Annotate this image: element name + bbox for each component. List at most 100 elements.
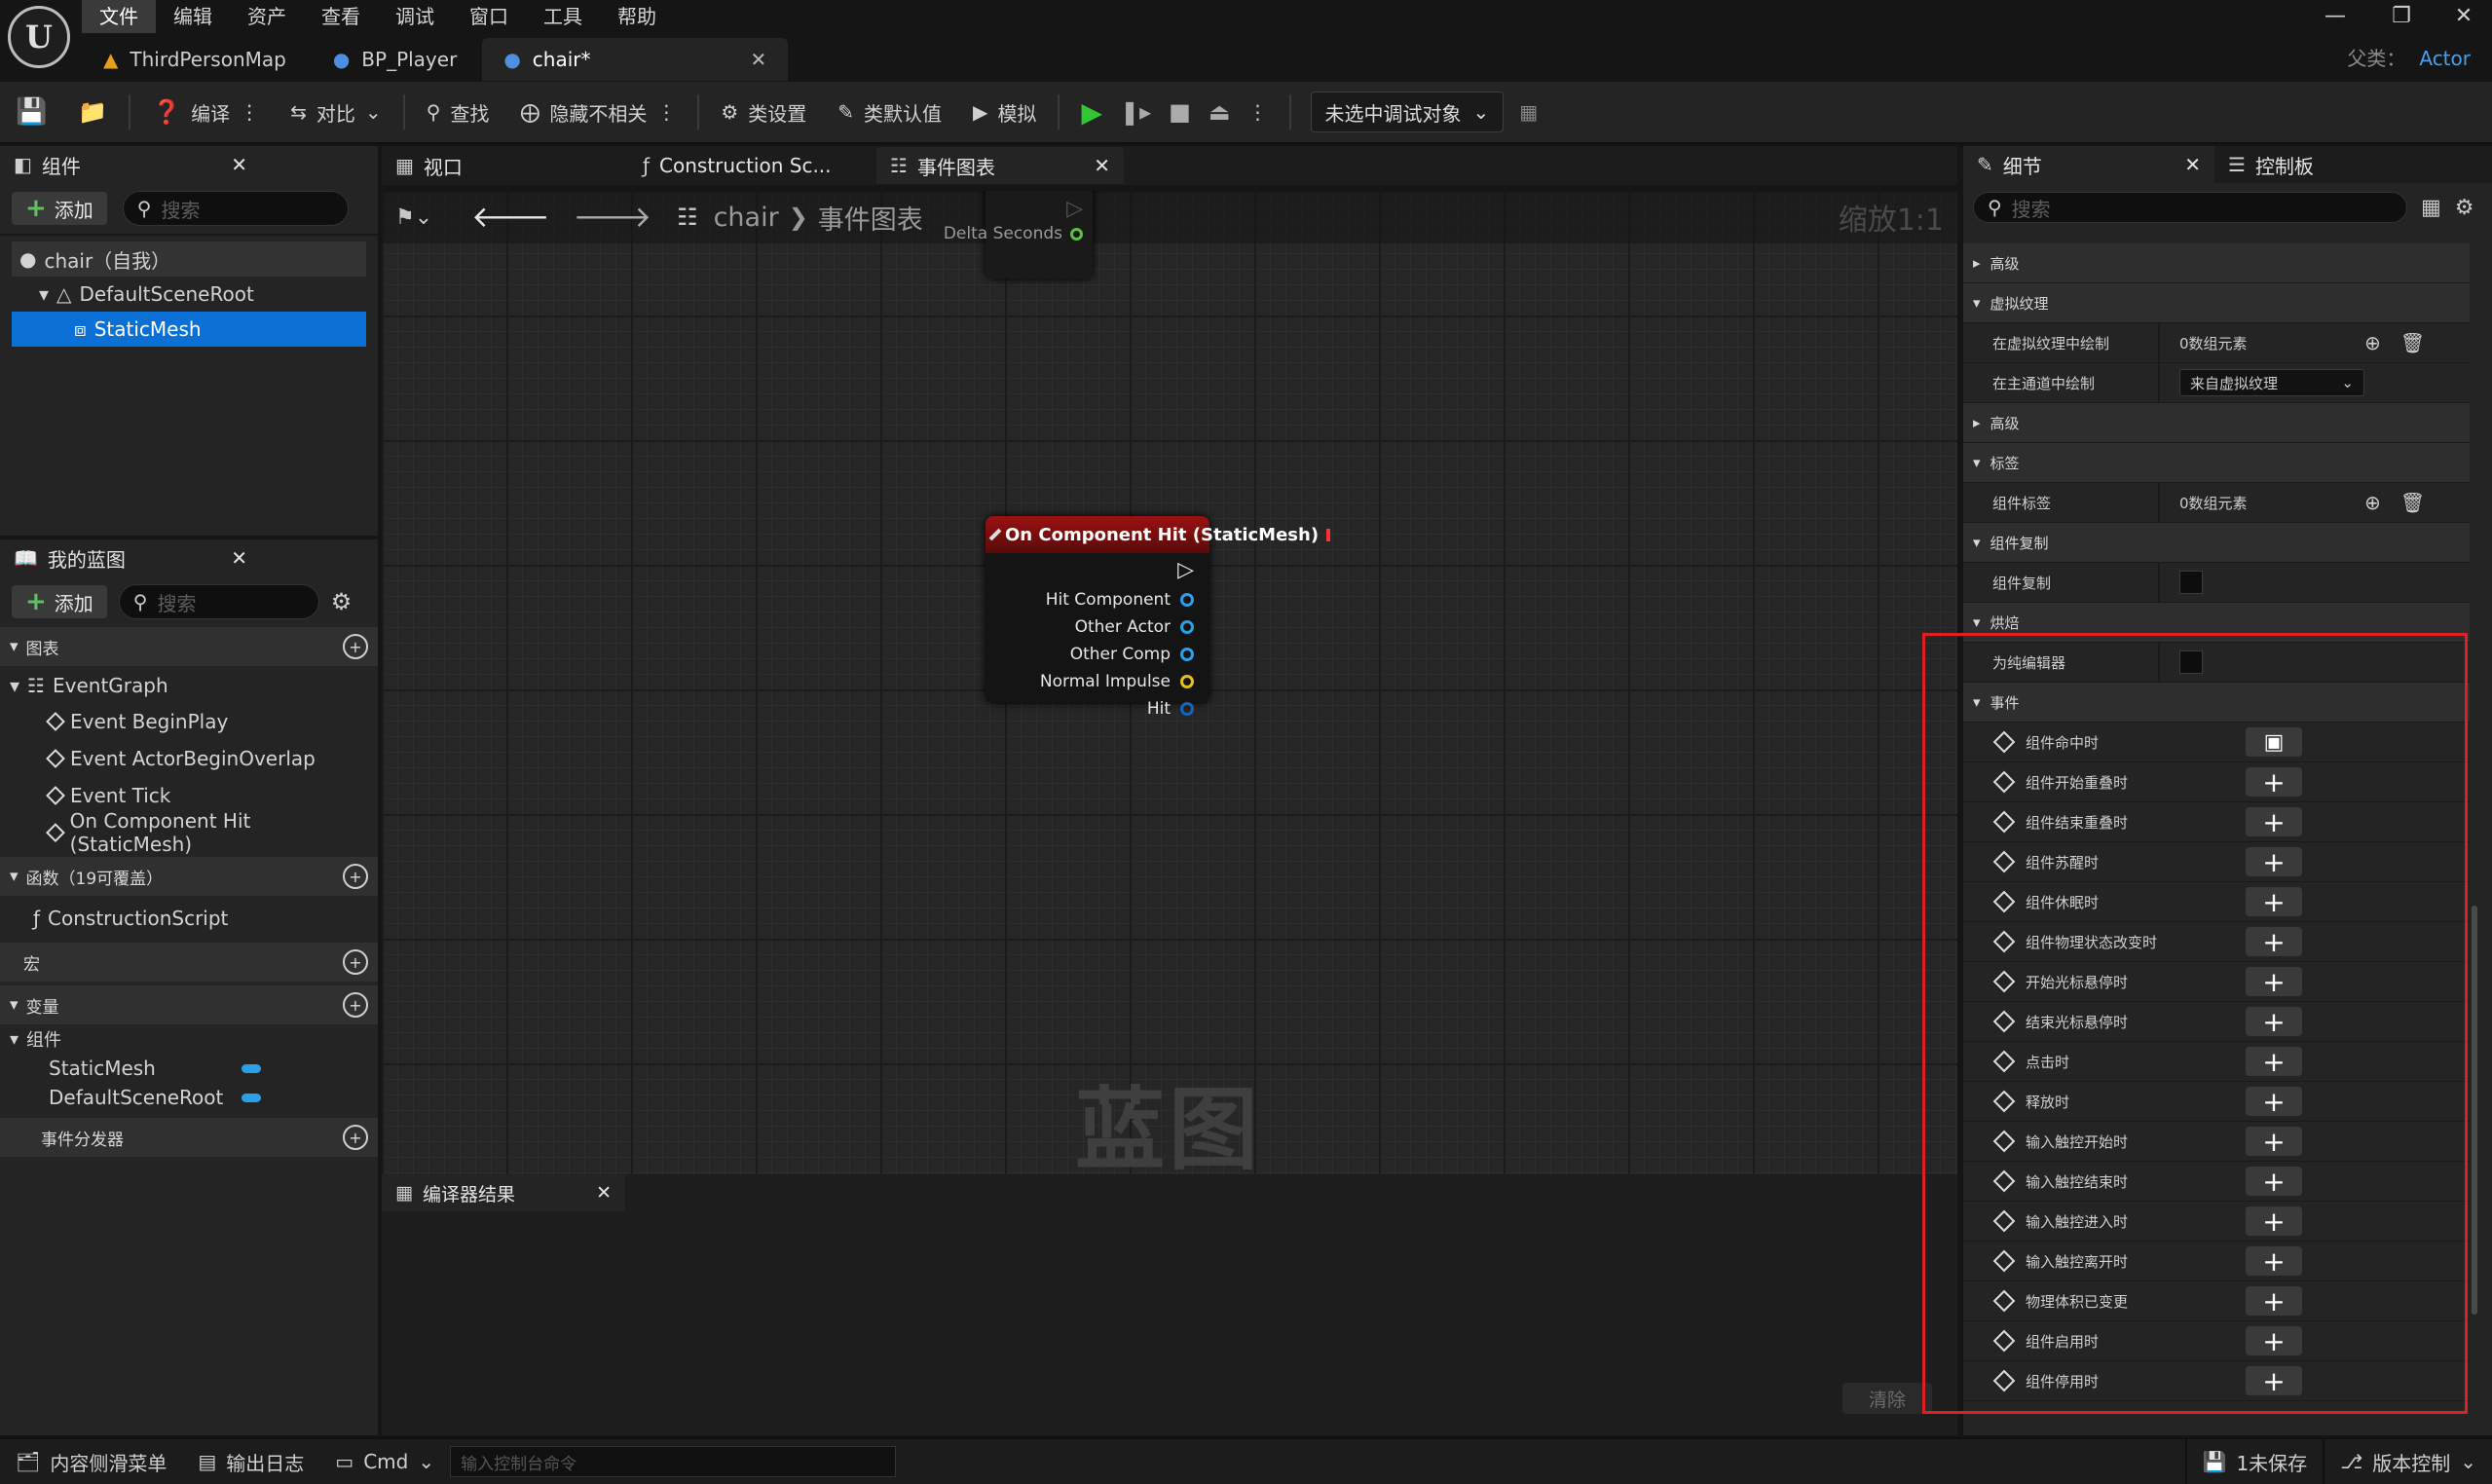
menu-edit[interactable]: 编辑 bbox=[156, 0, 230, 33]
class-settings-button[interactable]: ⚙ 类设置 bbox=[705, 82, 822, 142]
delegate-pin-icon[interactable] bbox=[1326, 528, 1331, 541]
add-circle-icon[interactable]: + bbox=[343, 864, 368, 889]
node-pin[interactable]: Other Comp bbox=[986, 641, 1209, 668]
minimize-icon[interactable]: — bbox=[2306, 0, 2364, 33]
macros-section[interactable]: 宏 + bbox=[0, 943, 378, 982]
variables-section[interactable]: ▾ 变量 + bbox=[0, 985, 378, 1024]
close-icon[interactable]: ✕ bbox=[2184, 153, 2201, 176]
eject-icon[interactable]: ⏏ bbox=[1209, 98, 1231, 126]
gear-icon[interactable]: ⚙ bbox=[331, 588, 353, 615]
graphs-section[interactable]: ▾ 图表 + bbox=[0, 627, 378, 666]
trash-icon[interactable]: 🗑 bbox=[2400, 331, 2425, 354]
tree-item-self[interactable]: ● chair（自我） bbox=[12, 241, 366, 277]
tree-item-constructionscript[interactable]: ƒ ConstructionScript bbox=[10, 898, 368, 939]
tab-chair[interactable]: ● chair* ✕ bbox=[482, 38, 789, 81]
menu-asset[interactable]: 资产 bbox=[230, 0, 304, 33]
functions-section[interactable]: ▾ 函数（19可覆盖） + bbox=[0, 857, 378, 896]
dispatchers-section[interactable]: 事件分发器 + bbox=[0, 1118, 378, 1157]
tab-thirdpersonmap[interactable]: ▲ ThirdPersonMap bbox=[82, 38, 308, 81]
node-pin[interactable]: Other Actor bbox=[986, 613, 1209, 641]
step-icon[interactable]: ❚▸ bbox=[1120, 98, 1151, 126]
add-circle-icon[interactable]: + bbox=[343, 992, 368, 1018]
variable-item[interactable]: StaticMesh bbox=[10, 1054, 368, 1083]
menu-window[interactable]: 窗口 bbox=[452, 0, 526, 33]
tree-item-defaultsceneroot[interactable]: ▾ △ DefaultSceneRoot bbox=[12, 277, 366, 312]
stop-icon[interactable]: ■ bbox=[1169, 98, 1191, 126]
node-pin[interactable]: Normal Impulse bbox=[986, 668, 1209, 695]
variable-item[interactable]: DefaultSceneRoot bbox=[10, 1083, 368, 1112]
restore-icon[interactable]: ❐ bbox=[2372, 0, 2431, 33]
close-icon[interactable]: ✕ bbox=[1094, 154, 1110, 177]
event-item[interactable]: Event ActorBeginOverlap bbox=[10, 740, 368, 777]
cmd-dropdown[interactable]: ▭ Cmd ⌄ bbox=[319, 1439, 450, 1484]
node-pin[interactable]: Hit bbox=[986, 695, 1209, 723]
find-button[interactable]: ⚲ 查找 bbox=[411, 82, 505, 142]
source-control-button[interactable]: ⎇ 版本控制 ⌄ bbox=[2323, 1439, 2492, 1484]
details-category[interactable]: ▾ 组件复制 bbox=[1963, 523, 2470, 563]
tab-bp-player[interactable]: ● BP_Player bbox=[312, 38, 478, 81]
bookmark-icon[interactable]: ⚑⌄ bbox=[395, 205, 432, 230]
tree-item-staticmesh[interactable]: ⧈ StaticMesh bbox=[12, 312, 366, 347]
class-defaults-button[interactable]: ✎ 类默认值 bbox=[822, 82, 957, 142]
add-circle-icon[interactable]: ⊕ bbox=[2364, 331, 2381, 354]
details-category[interactable]: ▸ 高级 bbox=[1963, 243, 2470, 283]
property-checkbox[interactable] bbox=[2179, 571, 2203, 594]
add-circle-icon[interactable]: + bbox=[343, 1125, 368, 1150]
close-icon[interactable]: ✕ bbox=[751, 48, 767, 71]
clear-button[interactable]: 清除 bbox=[1842, 1383, 1932, 1414]
event-graph-canvas[interactable]: ⚑⌄ 🡐 🡒 ☷ chair ❯ 事件图表 缩放1:1 ▷ Delta Seco… bbox=[382, 191, 1957, 1174]
menu-view[interactable]: 查看 bbox=[304, 0, 378, 33]
delta-seconds-pin[interactable]: Delta Seconds bbox=[944, 224, 1083, 243]
tab-construction-script[interactable]: ƒ Construction Sc... bbox=[629, 147, 876, 184]
menu-tools[interactable]: 工具 bbox=[526, 0, 600, 33]
more-options-icon[interactable]: ⋮ bbox=[656, 100, 676, 124]
event-item[interactable]: On Component Hit (StaticMesh) bbox=[10, 809, 368, 856]
tab-palette[interactable]: ☰ 控制板 bbox=[2214, 146, 2436, 183]
exec-out-pin[interactable]: ▷ bbox=[986, 553, 1209, 586]
add-circle-icon[interactable]: + bbox=[343, 949, 368, 975]
back-icon[interactable]: 🡐 bbox=[471, 200, 549, 235]
event-tick-node[interactable]: ▷ Delta Seconds bbox=[944, 191, 1093, 278]
details-search-input[interactable]: ⚲ 搜索 bbox=[1973, 192, 2407, 223]
add-member-button[interactable]: + 添加 bbox=[12, 585, 107, 618]
property-dropdown[interactable]: 来自虚拟纹理 ⌄ bbox=[2179, 369, 2364, 396]
menu-file[interactable]: 文件 bbox=[82, 0, 156, 33]
details-category[interactable]: ▾ 虚拟纹理 bbox=[1963, 283, 2470, 323]
add-circle-icon[interactable]: + bbox=[343, 634, 368, 659]
unsaved-button[interactable]: 💾 1未保存 bbox=[2184, 1439, 2324, 1484]
table-view-icon[interactable]: ▦ bbox=[2421, 196, 2441, 220]
browse-button[interactable]: 📁 bbox=[62, 82, 123, 142]
variable-group-components[interactable]: ▾ 组件 bbox=[10, 1024, 368, 1054]
menu-help[interactable]: 帮助 bbox=[600, 0, 674, 33]
gear-icon[interactable]: ⚙ bbox=[2455, 196, 2474, 220]
breadcrumb-root[interactable]: chair bbox=[714, 203, 779, 233]
tab-viewport[interactable]: ▦ 视口 bbox=[382, 147, 629, 184]
menu-debug[interactable]: 调试 bbox=[378, 0, 452, 33]
play-icon[interactable]: ▶ bbox=[1081, 96, 1102, 129]
simulate-button[interactable]: ▶ 模拟 bbox=[957, 82, 1052, 142]
tab-components[interactable]: ◧ 组件 ✕ bbox=[0, 146, 261, 183]
add-circle-icon[interactable]: ⊕ bbox=[2364, 491, 2381, 514]
tab-details[interactable]: ✎ 细节 ✕ bbox=[1963, 146, 2214, 183]
tree-item-eventgraph[interactable]: ▾ ☷ EventGraph bbox=[10, 668, 368, 703]
debug-object-dropdown[interactable]: 未选中调试对象 ⌄ bbox=[1310, 92, 1505, 132]
my-blueprint-search-input[interactable]: ⚲ 搜索 bbox=[118, 584, 319, 619]
more-options-icon[interactable]: ⋮ bbox=[240, 100, 259, 124]
more-options-icon[interactable]: ⋮ bbox=[1248, 100, 1268, 124]
close-icon[interactable]: ✕ bbox=[231, 153, 247, 176]
close-icon[interactable]: ✕ bbox=[231, 546, 247, 570]
content-drawer-button[interactable]: 🗂 内容侧滑菜单 bbox=[0, 1439, 182, 1484]
diff-button[interactable]: ⇆ 对比 ⌄ bbox=[275, 82, 397, 142]
close-window-icon[interactable]: ✕ bbox=[2435, 0, 2492, 33]
tab-event-graph[interactable]: ☷ 事件图表 ✕ bbox=[876, 147, 1124, 184]
node-pin[interactable]: Hit Component bbox=[986, 586, 1209, 613]
console-command-input[interactable]: 输入控制台命令 bbox=[450, 1446, 897, 1477]
save-button[interactable]: 💾 bbox=[0, 82, 62, 142]
event-item[interactable]: Event BeginPlay bbox=[10, 703, 368, 740]
debug-filter-button[interactable]: ▦ bbox=[1504, 82, 1553, 142]
trash-icon[interactable]: 🗑 bbox=[2400, 491, 2425, 514]
close-icon[interactable]: ✕ bbox=[596, 1182, 612, 1204]
parent-class-link[interactable]: Actor bbox=[2419, 47, 2471, 70]
details-scrollbar[interactable] bbox=[2472, 906, 2477, 1315]
tab-my-blueprint[interactable]: 📖 我的蓝图 ✕ bbox=[0, 539, 261, 576]
